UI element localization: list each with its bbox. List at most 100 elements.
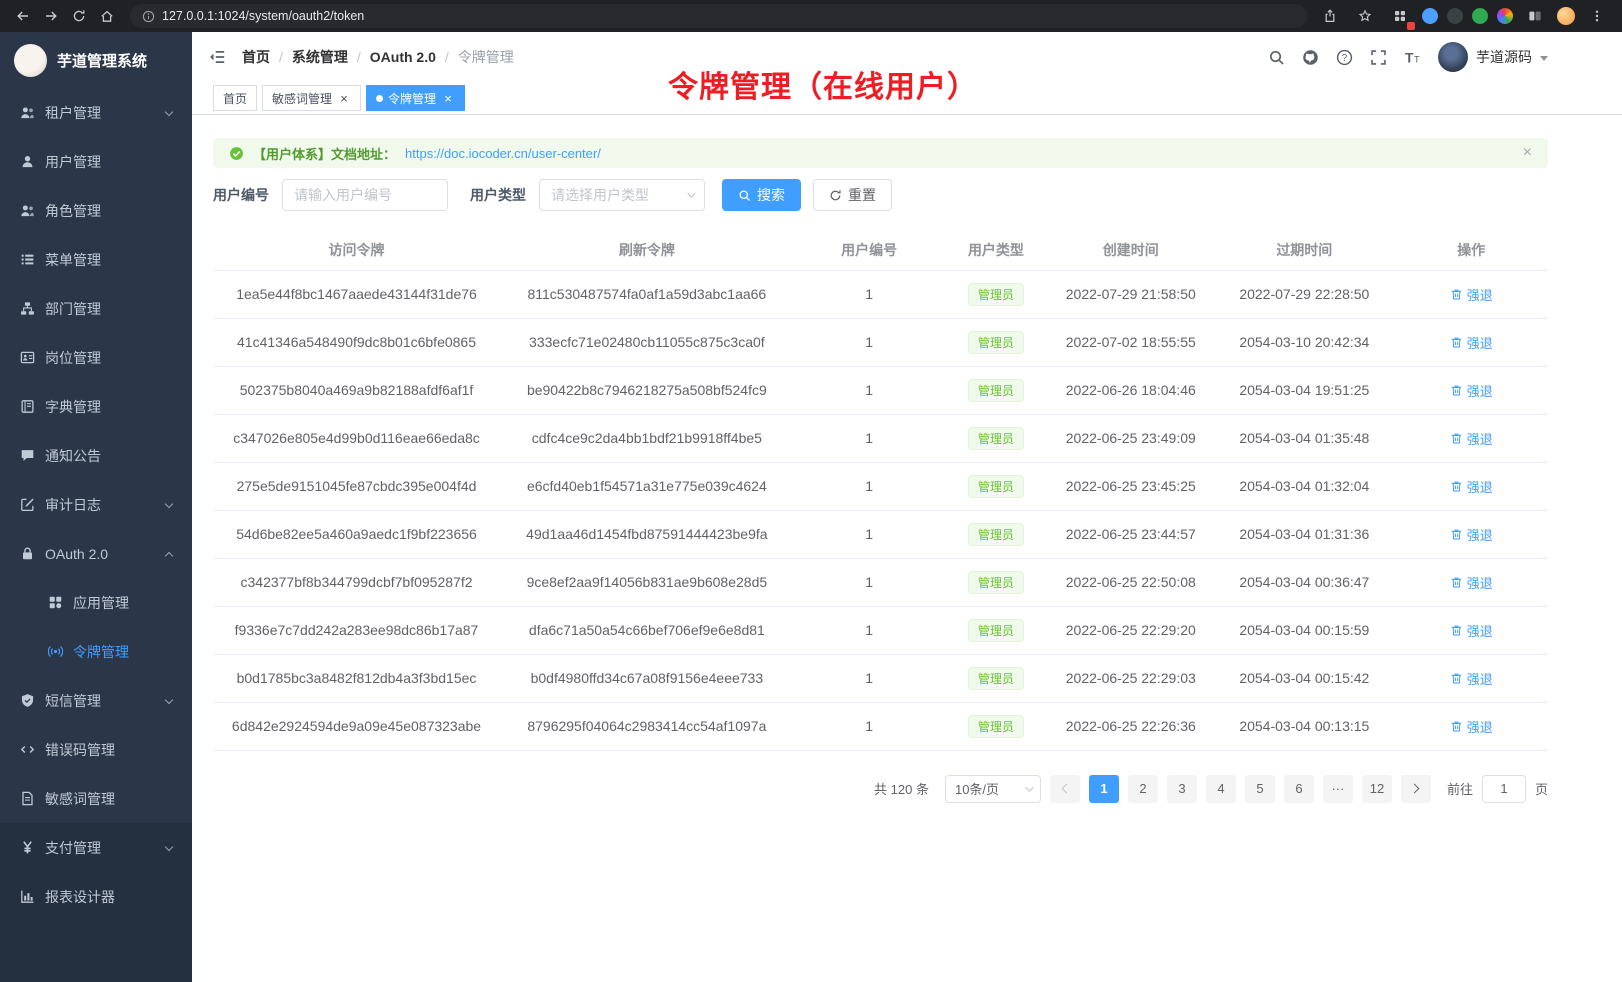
breadcrumb-item[interactable]: 系统管理: [292, 47, 348, 67]
refresh-token-cell: 8796295f04064c2983414cc54af1097a: [500, 702, 794, 750]
created-time-cell: 2022-06-25 23:49:09: [1047, 414, 1214, 462]
page-button[interactable]: 12: [1362, 775, 1392, 803]
split-view-button[interactable]: [1522, 4, 1548, 28]
extensions-button[interactable]: [1387, 4, 1413, 28]
forward-button[interactable]: [38, 4, 64, 28]
breadcrumb-item[interactable]: 首页: [242, 47, 270, 67]
sidebar-item[interactable]: 字典管理: [0, 382, 192, 431]
home-button[interactable]: [94, 4, 120, 28]
sidebar-item[interactable]: 应用管理: [0, 578, 192, 627]
page-button[interactable]: 2: [1128, 775, 1158, 803]
sidebar-item[interactable]: 角色管理: [0, 186, 192, 235]
page-button[interactable]: 5: [1245, 775, 1275, 803]
github-icon[interactable]: [1302, 49, 1319, 66]
goto-page-input[interactable]: [1482, 775, 1526, 803]
extension-icon[interactable]: [1447, 8, 1463, 24]
user-id-cell: 1: [794, 606, 945, 654]
sidebar-item[interactable]: 通知公告: [0, 431, 192, 480]
browser-profile-avatar[interactable]: [1557, 7, 1575, 25]
user-menu[interactable]: 芋道源码: [1438, 42, 1548, 72]
refresh-token-cell: 49d1aa46d1454fbd87591444423be9fa: [500, 510, 794, 558]
force-logout-button[interactable]: 强退: [1450, 525, 1493, 544]
page-button[interactable]: 3: [1167, 775, 1197, 803]
user-type-badge: 管理员: [968, 283, 1024, 306]
force-logout-button[interactable]: 强退: [1450, 717, 1493, 736]
address-bar[interactable]: 127.0.0.1:1024/system/oauth2/token: [130, 4, 1307, 28]
doc-link[interactable]: https://doc.iocoder.cn/user-center/: [405, 146, 601, 161]
close-icon[interactable]: [337, 91, 351, 105]
sidebar-item[interactable]: 部门管理: [0, 284, 192, 333]
breadcrumb-item[interactable]: 令牌管理: [458, 47, 514, 67]
expire-time-cell: 2054-03-04 01:32:04: [1214, 462, 1394, 510]
force-logout-button[interactable]: 强退: [1450, 429, 1493, 448]
force-logout-button[interactable]: 强退: [1450, 477, 1493, 496]
annotation-token-management: 令牌管理（在线用户）: [668, 62, 978, 106]
back-button[interactable]: [10, 4, 36, 28]
column-header: 操作: [1394, 230, 1548, 270]
refresh-token-cell: b0df4980ffd34c67a08f9156e4eee733: [500, 654, 794, 702]
active-dot: [376, 95, 383, 102]
page-button[interactable]: ···: [1323, 775, 1353, 803]
delete-icon: [1450, 384, 1463, 397]
prev-page-button[interactable]: [1050, 775, 1080, 803]
bookmark-star-button[interactable]: [1352, 4, 1378, 28]
reload-button[interactable]: [66, 4, 92, 28]
breadcrumb-item[interactable]: OAuth 2.0: [370, 49, 436, 65]
sidebar-item[interactable]: 用户管理: [0, 137, 192, 186]
user-type-badge: 管理员: [968, 571, 1024, 594]
sidebar-item[interactable]: 支付管理: [0, 823, 192, 872]
search-button[interactable]: 搜索: [722, 179, 801, 211]
view-tab[interactable]: 首页: [213, 85, 257, 111]
browser-menu-button[interactable]: [1584, 4, 1610, 28]
force-logout-button[interactable]: 强退: [1450, 621, 1493, 640]
sidebar-fold-icon[interactable]: [208, 48, 226, 66]
user-type-badge: 管理员: [968, 475, 1024, 498]
font-size-icon[interactable]: [1404, 49, 1421, 66]
sidebar-item[interactable]: 敏感词管理: [0, 774, 192, 823]
sidebar-item[interactable]: 租户管理: [0, 88, 192, 137]
sidebar-item[interactable]: 短信管理: [0, 676, 192, 725]
site-info-icon[interactable]: [142, 10, 155, 23]
close-icon[interactable]: [441, 91, 455, 105]
page-button[interactable]: 1: [1089, 775, 1119, 803]
user-id-input[interactable]: [282, 179, 448, 211]
sidebar-item[interactable]: 令牌管理: [0, 627, 192, 676]
extension-icon[interactable]: [1497, 8, 1513, 24]
force-logout-button[interactable]: 强退: [1450, 381, 1493, 400]
token-row: 41c41346a548490f9dc8b01c6bfe0865 333ecfc…: [213, 318, 1548, 366]
reset-button[interactable]: 重置: [813, 179, 892, 211]
force-logout-button[interactable]: 强退: [1450, 285, 1493, 304]
close-icon[interactable]: [1523, 145, 1532, 161]
force-logout-button[interactable]: 强退: [1450, 669, 1493, 688]
token-row: c342377bf8b344799dcbf7bf095287f2 9ce8ef2…: [213, 558, 1548, 606]
force-logout-button[interactable]: 强退: [1450, 573, 1493, 592]
created-time-cell: 2022-06-25 22:50:08: [1047, 558, 1214, 606]
delete-icon: [1450, 528, 1463, 541]
page-button[interactable]: 6: [1284, 775, 1314, 803]
page-size-select[interactable]: 10条/页: [945, 775, 1041, 803]
sidebar-item[interactable]: 菜单管理: [0, 235, 192, 284]
user-id-cell: 1: [794, 462, 945, 510]
next-page-button[interactable]: [1401, 775, 1431, 803]
access-token-cell: 54d6be82ee5a460a9aedc1f9bf223656: [213, 510, 500, 558]
expire-time-cell: 2054-03-04 00:13:15: [1214, 702, 1394, 750]
help-icon[interactable]: [1336, 49, 1353, 66]
extension-icon[interactable]: [1422, 8, 1438, 24]
access-token-cell: c347026e805e4d99b0d116eae66eda8c: [213, 414, 500, 462]
sidebar-item[interactable]: 错误码管理: [0, 725, 192, 774]
page-button[interactable]: 4: [1206, 775, 1236, 803]
sidebar-item[interactable]: OAuth 2.0: [0, 529, 192, 578]
sidebar-item[interactable]: 岗位管理: [0, 333, 192, 382]
view-tab[interactable]: 敏感词管理: [262, 85, 361, 111]
audit-log-icon: [20, 497, 35, 512]
extension-icon[interactable]: [1472, 8, 1488, 24]
url-text[interactable]: 127.0.0.1:1024/system/oauth2/token: [162, 9, 364, 23]
share-button[interactable]: [1317, 4, 1343, 28]
view-tab[interactable]: 令牌管理: [366, 85, 465, 111]
sidebar-item[interactable]: 报表设计器: [0, 872, 192, 921]
search-icon[interactable]: [1268, 49, 1285, 66]
fullscreen-icon[interactable]: [1370, 49, 1387, 66]
user-type-select[interactable]: 请选择用户类型: [539, 179, 705, 211]
sidebar-item[interactable]: 审计日志: [0, 480, 192, 529]
force-logout-button[interactable]: 强退: [1450, 333, 1493, 352]
